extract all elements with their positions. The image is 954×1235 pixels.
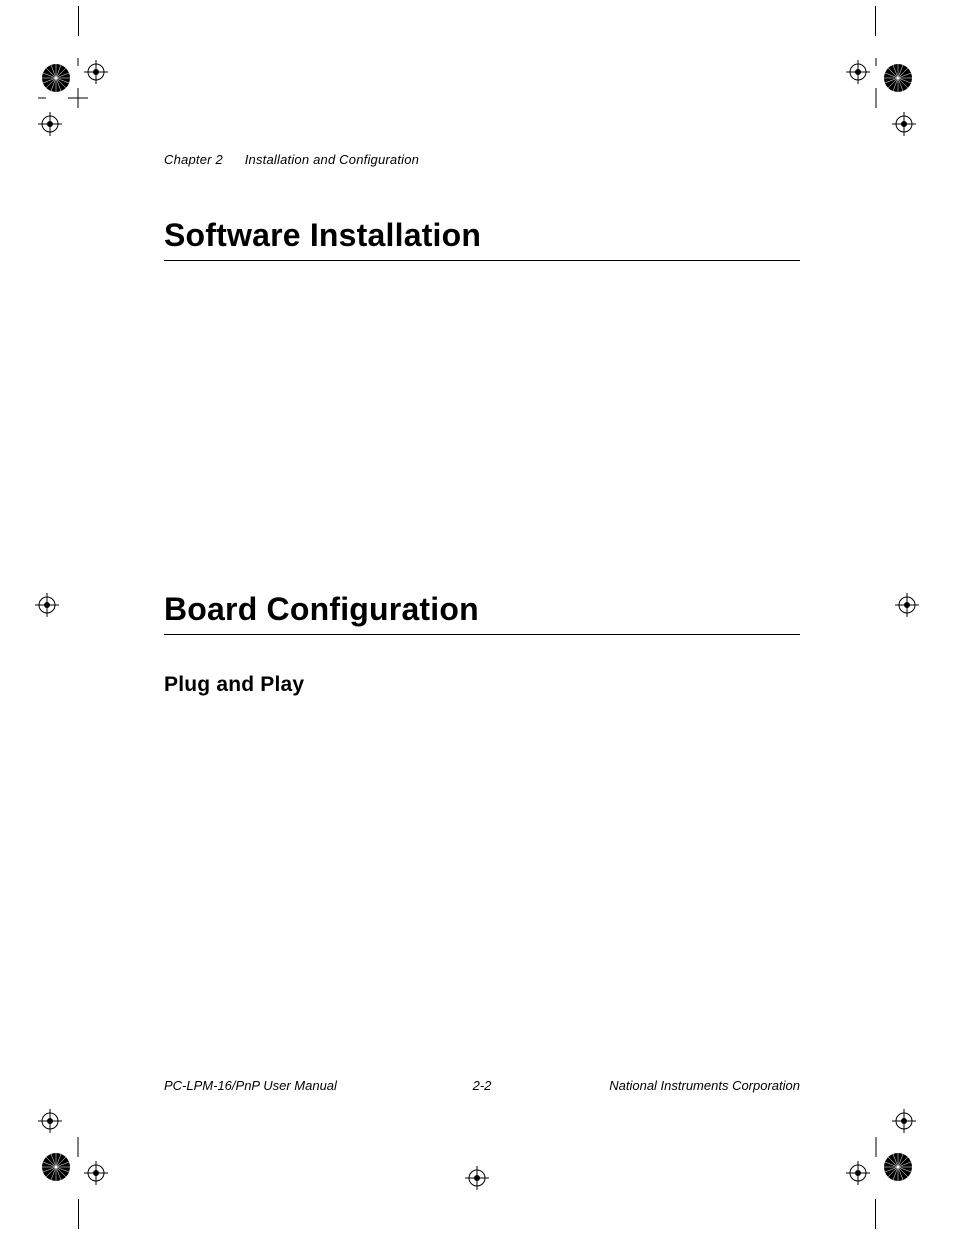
crop-mark-icon [32, 590, 62, 620]
footer-right: National Instruments Corporation [609, 1078, 800, 1093]
running-header: Chapter 2 Installation and Configuration [164, 152, 800, 167]
footer-page-number: 2-2 [473, 1078, 492, 1093]
crop-tick-icon [78, 6, 79, 36]
crop-mark-icon [38, 1107, 118, 1187]
chapter-title: Installation and Configuration [245, 152, 419, 167]
chapter-label: Chapter 2 [164, 152, 223, 167]
heading-plug-and-play: Plug and Play [164, 673, 800, 697]
crop-tick-icon [875, 1199, 876, 1229]
heading-software-installation: Software Installation [164, 217, 800, 261]
heading-board-configuration: Board Configuration [164, 591, 800, 635]
crop-mark-icon [462, 1163, 492, 1193]
crop-tick-icon [78, 1199, 79, 1229]
crop-mark-icon [836, 1107, 916, 1187]
crop-tick-icon [875, 6, 876, 36]
crop-mark-icon [892, 590, 922, 620]
crop-mark-icon [836, 58, 916, 138]
crop-mark-icon [38, 58, 118, 138]
page-footer: PC-LPM-16/PnP User Manual 2-2 National I… [164, 1078, 800, 1093]
footer-left: PC-LPM-16/PnP User Manual [164, 1078, 337, 1093]
